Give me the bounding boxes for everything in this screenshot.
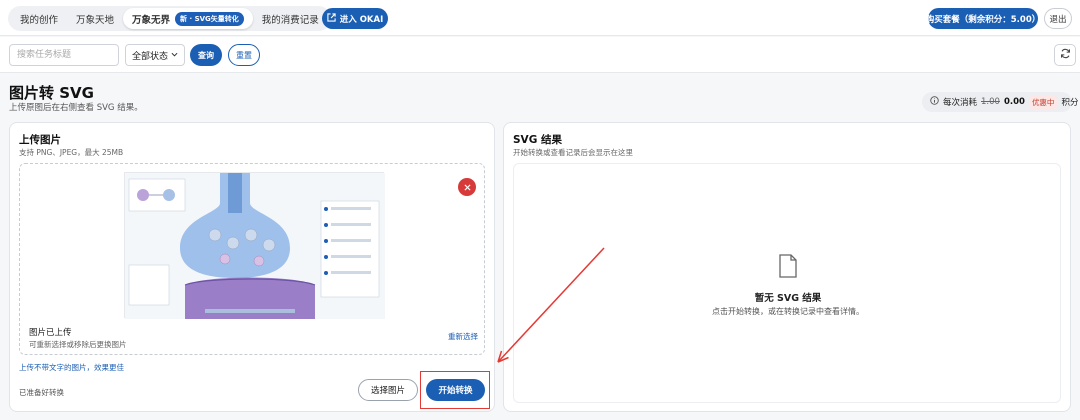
file-icon	[778, 254, 798, 281]
page-subtitle: 上传原图后在右侧查看 SVG 结果。	[9, 103, 143, 113]
empty-result-title: 暂无 SVG 结果	[754, 293, 822, 304]
tab-wanxiang-world[interactable]: 万象天地	[67, 8, 123, 29]
refresh-icon	[1060, 48, 1071, 62]
synapse-illustration	[125, 173, 385, 319]
external-link-icon	[327, 12, 336, 25]
empty-result-hint: 点击开始转换，或在转换记录中查看详情。	[712, 307, 864, 316]
top-bar: 我的创作 万象天地 万象无界 新 · SVG矢量转化 我的消费记录 进入 OKA…	[0, 0, 1080, 36]
image-uploaded-hint: 可重新选择或移除后更换图片	[29, 340, 127, 349]
status-select-value: 全部状态	[132, 51, 169, 62]
cost-unit: 积分	[1061, 98, 1079, 108]
task-search-input[interactable]	[9, 44, 119, 66]
status-select[interactable]: 全部状态	[125, 44, 185, 66]
start-convert-button[interactable]: 开始转换	[426, 379, 485, 401]
close-icon	[463, 181, 471, 194]
discount-tag: 优惠中	[1028, 95, 1058, 109]
reselect-link[interactable]: 重新选择	[448, 331, 478, 342]
result-panel-subtitle: 开始转换或查看记录后会显示在这里	[513, 148, 633, 157]
result-empty-state: 暂无 SVG 结果 点击开始转换，或在转换记录中查看详情。	[513, 163, 1061, 403]
upload-panel-subtitle: 支持 PNG、JPEG，最大 25MB	[19, 148, 124, 157]
logout-button[interactable]: 退出	[1044, 8, 1072, 29]
upload-dropzone[interactable]: 图片已上传 可重新选择或移除后更换图片 重新选择	[19, 163, 485, 355]
cost-old-price: 1.00	[981, 97, 1000, 107]
uploaded-image-preview	[124, 172, 385, 319]
reset-button[interactable]: 重置	[228, 44, 260, 66]
filter-bar: 全部状态 查询 重置	[0, 37, 1080, 73]
tab-label: 万象天地	[76, 14, 115, 26]
new-feature-badge: 新 · SVG矢量转化	[175, 11, 244, 26]
enter-okai-button[interactable]: 进入 OKAI	[322, 8, 388, 29]
upload-panel: 上传图片 支持 PNG、JPEG，最大 25MB 图片已上传 可重新选择或移除后…	[9, 122, 495, 412]
cost-new-price: 0.00	[1003, 97, 1025, 107]
cost-prefix: 每次消耗	[943, 98, 978, 108]
remove-image-button[interactable]	[458, 178, 476, 196]
ready-status: 已准备好转换	[19, 388, 64, 397]
chevron-down-icon	[171, 50, 178, 60]
enter-okai-label: 进入 OKAI	[339, 14, 384, 25]
buy-package-button[interactable]: 购买套餐（剩余积分：5.00）	[926, 8, 1040, 29]
refresh-button[interactable]	[1054, 44, 1076, 66]
tab-my-creations[interactable]: 我的创作	[11, 8, 67, 29]
tab-label: 我的消费记录	[261, 14, 319, 26]
cost-info-pill: 每次消耗 1.00 0.00 优惠中 积分	[922, 92, 1078, 112]
upload-panel-title: 上传图片	[19, 134, 61, 146]
result-panel-title: SVG 结果	[513, 134, 562, 146]
svg-result-panel: SVG 结果 开始转换或查看记录后会显示在这里 暂无 SVG 结果 点击开始转换…	[503, 122, 1071, 412]
tab-wanxiang-boundless[interactable]: 万象无界 新 · SVG矢量转化	[123, 8, 253, 29]
tab-consumption-records[interactable]: 我的消费记录	[253, 8, 328, 29]
image-uploaded-label: 图片已上传	[29, 328, 72, 338]
tab-label: 我的创作	[20, 14, 59, 26]
page-title: 图片转 SVG	[9, 84, 94, 102]
info-icon	[930, 96, 939, 108]
choose-image-button[interactable]: 选择图片	[358, 379, 418, 401]
upload-tip: 上传不带文字的图片，效果更佳	[19, 363, 124, 372]
tab-label: 万象无界	[132, 14, 171, 26]
query-button[interactable]: 查询	[190, 44, 222, 66]
main-tabs: 我的创作 万象天地 万象无界 新 · SVG矢量转化 我的消费记录	[8, 6, 331, 31]
